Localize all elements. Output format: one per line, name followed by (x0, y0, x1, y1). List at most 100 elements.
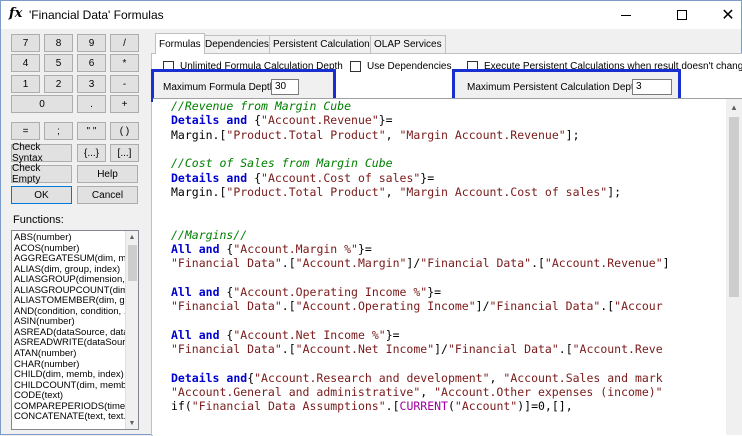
fx-icon: fx (9, 6, 23, 21)
key-8[interactable]: 8 (44, 34, 73, 52)
use-dependencies-checkbox[interactable]: Use Dependencies (350, 61, 452, 72)
key-multiply[interactable]: * (110, 54, 139, 72)
maximize-button[interactable] (659, 1, 705, 29)
code-token: if( (171, 399, 192, 414)
code-token: "Margin Account.Cost of sales" (399, 184, 608, 199)
key-plus[interactable]: + (110, 95, 139, 113)
scroll-thumb[interactable] (729, 117, 739, 297)
code-token: }= (385, 327, 400, 342)
code-line: Margin.["Product.Total Product", "Margin… (171, 185, 621, 199)
scroll-up-icon[interactable]: ▲ (126, 231, 138, 243)
functions-list[interactable]: ABS(number) ACOS(number) AGGREGATESUM(dim,… (11, 230, 139, 430)
scroll-thumb[interactable] (128, 245, 137, 281)
function-list-item[interactable]: ASIN(number) (14, 317, 126, 328)
key-2[interactable]: 2 (44, 75, 73, 93)
code-token: .[ (531, 256, 545, 271)
function-list-item[interactable]: ABS(number) (14, 233, 126, 244)
max-persistent-depth-input[interactable]: 3 (632, 79, 672, 95)
editor-scrollbar[interactable]: ▲ (726, 99, 742, 435)
code-token: Details (171, 370, 220, 385)
key-3[interactable]: 3 (77, 75, 106, 93)
key-9[interactable]: 9 (77, 34, 106, 52)
insert-braces-button[interactable]: {...} (77, 144, 106, 162)
tab-formulas[interactable]: Formulas (155, 33, 205, 54)
code-token: }= (357, 242, 372, 256)
function-list-item[interactable]: ASREADWRITE(dataSourc (14, 338, 126, 349)
key-0[interactable]: 0 (11, 95, 73, 113)
code-token: ]; (607, 184, 622, 199)
formula-code[interactable]: //Revenue from Margin Cube Details and {"… (171, 99, 726, 435)
key-parentheses[interactable]: ( ) (110, 122, 139, 140)
code-token: ] (662, 256, 670, 271)
check-syntax-button[interactable]: Check Syntax (11, 142, 72, 164)
function-list-item[interactable]: CHILD(dim, memb, index) (14, 370, 126, 381)
function-list-item[interactable]: CONCATENATE(text, text... (14, 412, 126, 423)
code-token: "Margin Account.Revenue" (399, 127, 566, 142)
minimize-button[interactable] (603, 1, 649, 29)
tab-olap-services[interactable]: OLAP Services (370, 35, 446, 53)
code-line: Details and {"Account.Cost of sales"}= (171, 171, 434, 185)
tab-dependencies[interactable]: Dependencies (201, 35, 273, 53)
insert-brackets-button[interactable]: [...] (110, 144, 139, 162)
code-token: and (198, 327, 220, 342)
tab-persistent-calculations[interactable]: Persistent Calculations (269, 35, 379, 53)
code-line: All and {"Account.Operating Income %"}= (171, 285, 441, 299)
code-token: "Financial Data" (489, 299, 601, 314)
function-list-item[interactable]: COMPAREPERIODS(timeD (14, 402, 126, 413)
code-token: "Financial Data" (171, 299, 282, 314)
function-list-item[interactable]: ALIASGROUPCOUNT(dim (14, 286, 126, 297)
key-6[interactable]: 6 (77, 54, 106, 72)
key-7[interactable]: 7 (11, 34, 40, 52)
key-decimal[interactable]: . (77, 95, 106, 113)
title-bar[interactable]: fx 'Financial Data' Formulas ✕ (1, 1, 741, 29)
key-equals[interactable]: = (11, 122, 40, 140)
function-list-item[interactable]: ALIAS(dim, group, index) (14, 265, 126, 276)
key-minus[interactable]: - (110, 75, 139, 93)
code-line: Margin.["Product.Total Product", "Margin… (171, 128, 580, 142)
function-list-item[interactable]: AGGREGATESUM(dim, me (14, 254, 126, 265)
code-token: "Financial Data" (171, 256, 282, 271)
help-button[interactable]: Help (77, 165, 138, 183)
function-list-item[interactable]: ALIASTOMEMBER(dim, gr (14, 296, 126, 307)
code-token: .[ (600, 299, 615, 314)
key-divide[interactable]: / (110, 34, 139, 52)
key-semicolon[interactable]: ; (44, 122, 73, 140)
key-5[interactable]: 5 (44, 54, 73, 72)
function-list-item[interactable]: ALIASGROUP(dimension, i (14, 275, 126, 286)
code-token: , (385, 184, 400, 199)
function-list-item[interactable]: ACOS(number) (14, 244, 126, 255)
code-token: All (171, 327, 192, 342)
code-token: "Financial Data" (171, 342, 282, 357)
function-list-item[interactable]: AND(condition, condition, . (14, 307, 126, 318)
max-formula-depth-input[interactable]: 30 (271, 79, 299, 95)
code-token: "Financial Data" (447, 342, 559, 357)
function-list-item[interactable]: ASREAD(dataSource, data (14, 328, 126, 339)
code-token: "Account.Net Income %" (233, 327, 386, 342)
code-line: All and {"Account.Margin %"}= (171, 242, 372, 256)
code-line: "Account.General and administrative", "A… (171, 385, 663, 399)
code-line: if("Financial Data Assumptions".[CURRENT… (171, 399, 573, 413)
code-token: and (226, 113, 248, 128)
function-list-item[interactable]: CODE(text) (14, 391, 126, 402)
code-line: "Financial Data".["Account.Margin"]/"Fin… (171, 256, 670, 270)
check-empty-button[interactable]: Check Empty (11, 163, 72, 185)
scroll-down-icon[interactable]: ▼ (126, 417, 138, 429)
ok-button[interactable]: OK (11, 186, 72, 204)
key-quotes[interactable]: " " (77, 122, 106, 140)
checkbox-box[interactable] (350, 61, 361, 72)
functions-items: ABS(number) ACOS(number) AGGREGATESUM(dim,… (14, 233, 126, 423)
close-button[interactable]: ✕ (705, 1, 742, 29)
code-token: .[ (385, 399, 400, 414)
key-4[interactable]: 4 (11, 54, 40, 72)
code-token: ]; (565, 127, 580, 142)
functions-scrollbar[interactable]: ▲ ▼ (125, 231, 138, 429)
scroll-up-icon[interactable]: ▲ (726, 99, 742, 115)
formula-editor[interactable]: //Revenue from Margin Cube Details and {"… (153, 98, 742, 436)
function-list-item[interactable]: CHAR(number) (14, 360, 126, 371)
code-token: "Account.Reve (572, 342, 663, 357)
cancel-button[interactable]: Cancel (77, 186, 138, 204)
function-list-item[interactable]: ATAN(number) (14, 349, 126, 360)
function-list-item[interactable]: CHILDCOUNT(dim, memb) (14, 381, 126, 392)
key-1[interactable]: 1 (11, 75, 40, 93)
